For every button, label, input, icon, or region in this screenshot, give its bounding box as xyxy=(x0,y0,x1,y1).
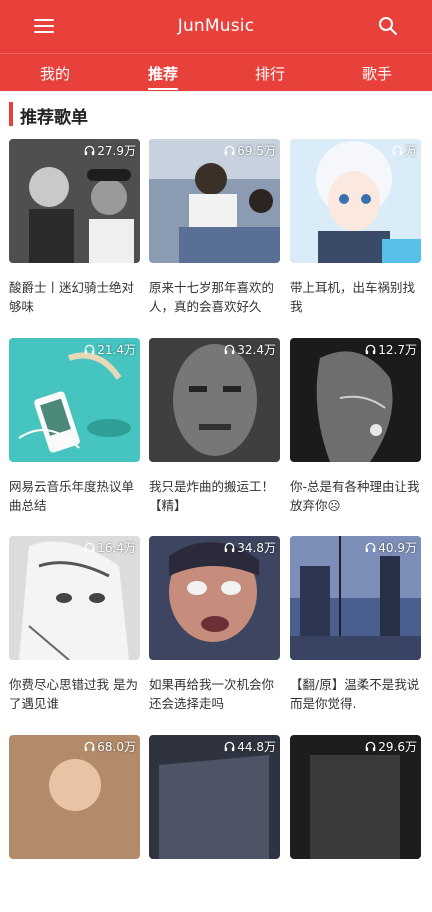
playlist-card[interactable]: 34.8万如果再给我一次机会你还会选择走吗 xyxy=(149,536,280,713)
tab-label: 排行 xyxy=(254,65,285,83)
play-count: 69.5万 xyxy=(224,142,276,159)
play-count-value: 16.4万 xyxy=(97,541,136,555)
play-count-value: 68.0万 xyxy=(97,740,136,754)
playlist-title: 我只是炸曲的搬运工！【精】 xyxy=(149,479,275,513)
headphones-icon xyxy=(84,542,95,553)
playlist-title: 你费尽心思错过我 是为了遇见谁 xyxy=(9,677,138,711)
playlist-title: 网易云音乐年度热议单曲总结 xyxy=(9,479,135,513)
tab-mine[interactable]: 我的 xyxy=(15,63,95,84)
playlist-cover[interactable]: 12.7万 xyxy=(290,338,421,462)
play-count: 40.9万 xyxy=(365,539,417,556)
play-count-value: 万 xyxy=(404,144,417,158)
play-count: 12.7万 xyxy=(365,341,417,358)
playlist-card[interactable]: 21.4万网易云音乐年度热议单曲总结 xyxy=(9,338,140,515)
app-header: JunMusic xyxy=(0,0,432,53)
playlist-cover[interactable]: 21.4万 xyxy=(9,338,140,462)
headphones-icon xyxy=(84,344,95,355)
play-count-value: 21.4万 xyxy=(97,343,136,357)
play-count-value: 34.8万 xyxy=(237,541,276,555)
play-count-value: 29.6万 xyxy=(378,740,417,754)
headphones-icon xyxy=(365,542,376,553)
headphones-icon xyxy=(392,145,403,156)
playlist-cover[interactable]: 44.8万 xyxy=(149,735,280,859)
play-count: 16.4万 xyxy=(84,539,136,556)
divider xyxy=(0,91,432,92)
playlist-card[interactable]: 12.7万你-总是有各种理由让我放弃你☹ xyxy=(290,338,421,515)
playlist-cover[interactable]: 27.9万 xyxy=(9,139,140,263)
play-count: 21.4万 xyxy=(84,341,136,358)
playlist-cover[interactable]: 69.5万 xyxy=(149,139,280,263)
headphones-icon xyxy=(365,741,376,752)
playlist-card[interactable]: 69.5万原来十七岁那年喜欢的人，真的会喜欢好久 xyxy=(149,139,280,316)
playlist-title: 你-总是有各种理由让我放弃你☹ xyxy=(290,479,420,513)
play-count-value: 44.8万 xyxy=(237,740,276,754)
playlist-cover[interactable]: 68.0万 xyxy=(9,735,140,859)
app-title: JunMusic xyxy=(177,16,255,36)
play-count: 32.4万 xyxy=(224,341,276,358)
tab-ranking[interactable]: 排行 xyxy=(230,63,310,84)
tab-bar: 我的 推荐 排行 歌手 xyxy=(0,53,432,91)
headphones-icon xyxy=(224,145,235,156)
playlist-card[interactable]: 68.0万 xyxy=(9,735,140,912)
section-title: 推荐歌单 xyxy=(20,108,88,128)
section-accent-bar xyxy=(9,102,13,126)
play-count: 34.8万 xyxy=(224,539,276,556)
playlist-title: 带上耳机，出车祸别找我 xyxy=(290,280,416,314)
play-count-value: 32.4万 xyxy=(237,343,276,357)
headphones-icon xyxy=(224,542,235,553)
search-icon[interactable] xyxy=(378,16,398,36)
play-count: 44.8万 xyxy=(224,738,276,755)
playlist-card[interactable]: 32.4万我只是炸曲的搬运工！【精】 xyxy=(149,338,280,515)
tab-singers[interactable]: 歌手 xyxy=(337,63,417,84)
playlist-title xyxy=(9,874,140,912)
play-count-value: 27.9万 xyxy=(97,144,136,158)
playlist-cover[interactable]: 40.9万 xyxy=(290,536,421,660)
playlist-cover[interactable]: 万 xyxy=(290,139,421,263)
playlist-title: 酸爵士丨迷幻骑士绝对够味 xyxy=(9,280,135,314)
playlist-card[interactable]: 万带上耳机，出车祸别找我 xyxy=(290,139,421,316)
playlist-title: 如果再给我一次机会你还会选择走吗 xyxy=(149,677,275,711)
tab-recommend[interactable]: 推荐 xyxy=(123,63,203,90)
playlist-card[interactable]: 44.8万 xyxy=(149,735,280,912)
active-tab-indicator xyxy=(148,88,178,90)
playlist-cover[interactable]: 34.8万 xyxy=(149,536,280,660)
playlist-title xyxy=(149,874,280,912)
playlist-title: 【翻/原】温柔不是我说而是你觉得. xyxy=(290,677,420,711)
playlist-title: 原来十七岁那年喜欢的人，真的会喜欢好久 xyxy=(149,280,275,314)
playlist-card[interactable]: 40.9万【翻/原】温柔不是我说而是你觉得. xyxy=(290,536,421,713)
headphones-icon xyxy=(365,344,376,355)
tab-label: 我的 xyxy=(39,65,70,83)
tab-label: 推荐 xyxy=(147,65,178,83)
play-count: 万 xyxy=(392,142,417,159)
playlist-card[interactable]: 16.4万你费尽心思错过我 是为了遇见谁 xyxy=(9,536,140,713)
play-count: 29.6万 xyxy=(365,738,417,755)
headphones-icon xyxy=(224,344,235,355)
play-count: 27.9万 xyxy=(84,142,136,159)
playlist-cover[interactable]: 16.4万 xyxy=(9,536,140,660)
playlist-card[interactable]: 29.6万 xyxy=(290,735,421,912)
playlist-cover[interactable]: 29.6万 xyxy=(290,735,421,859)
play-count-value: 12.7万 xyxy=(378,343,417,357)
headphones-icon xyxy=(224,741,235,752)
playlist-card[interactable]: 27.9万酸爵士丨迷幻骑士绝对够味 xyxy=(9,139,140,316)
play-count: 68.0万 xyxy=(84,738,136,755)
playlist-title xyxy=(290,874,421,912)
headphones-icon xyxy=(84,145,95,156)
play-count-value: 40.9万 xyxy=(378,541,417,555)
playlist-cover[interactable]: 32.4万 xyxy=(149,338,280,462)
tab-label: 歌手 xyxy=(361,65,392,83)
headphones-icon xyxy=(84,741,95,752)
play-count-value: 69.5万 xyxy=(237,144,276,158)
